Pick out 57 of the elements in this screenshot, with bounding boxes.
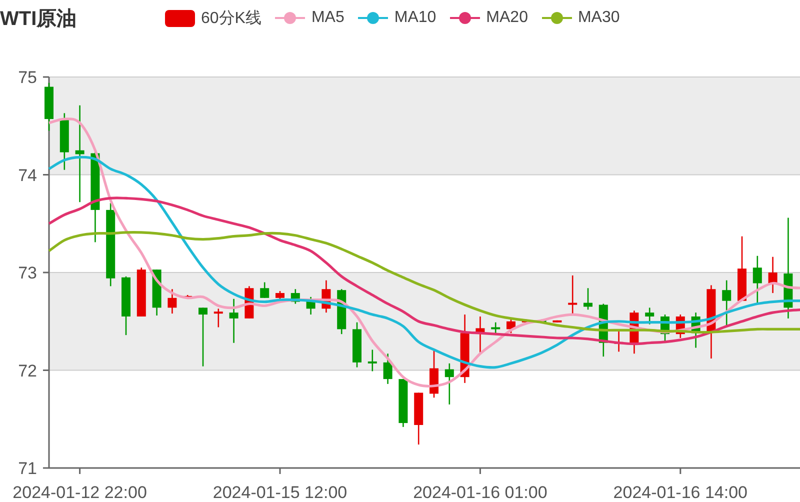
legend-label: MA20 <box>486 9 528 27</box>
candlestick <box>260 282 270 298</box>
candlestick <box>122 276 130 336</box>
candlestick <box>414 392 424 445</box>
candlestick <box>444 363 454 404</box>
candlestick <box>198 308 208 366</box>
candlestick <box>476 316 485 353</box>
candlestick <box>752 256 762 303</box>
candlestick <box>306 296 316 315</box>
x-axis-label: 2024-01-12 22:00 <box>12 483 147 502</box>
candlestick <box>598 304 608 357</box>
legend-line-icon[interactable] <box>450 11 480 25</box>
candlestick <box>584 288 592 310</box>
legend-line-icon[interactable] <box>542 11 572 25</box>
y-axis-label: 73 <box>18 264 37 282</box>
legend-label: MA10 <box>394 9 436 27</box>
chart-title: WTI原油 <box>0 6 78 32</box>
candlestick <box>214 308 223 328</box>
y-axis-label: 71 <box>18 459 37 478</box>
x-axis-label: 2024-01-15 12:00 <box>212 483 348 502</box>
legend-label: MA5 <box>311 9 344 27</box>
legend-line-icon[interactable] <box>275 11 306 25</box>
candlestick <box>183 294 192 299</box>
candlestick <box>322 280 331 313</box>
y-axis-label: 75 <box>18 68 37 87</box>
candlestick <box>229 298 238 343</box>
candlestick <box>460 314 470 383</box>
candlestick <box>368 350 377 372</box>
candlestick <box>738 236 746 301</box>
candlestick <box>691 312 700 348</box>
legend-label: 60分K线 <box>201 8 262 28</box>
candlestick <box>168 289 177 314</box>
candlestick <box>506 319 516 334</box>
candlestick <box>660 314 670 342</box>
candlestick <box>44 82 54 131</box>
candlestick <box>552 320 562 322</box>
legend-line-icon[interactable] <box>358 11 388 25</box>
candlestick <box>768 256 778 294</box>
candlestick <box>290 289 300 304</box>
candlestick <box>383 354 392 384</box>
candlestick <box>136 268 146 316</box>
candlestick <box>491 322 500 336</box>
candlestick <box>398 379 408 427</box>
legend-label: MA30 <box>578 9 620 27</box>
x-axis-label: 2024-01-16 01:00 <box>413 483 548 502</box>
x-axis-label: 2024-01-16 14:00 <box>613 483 748 502</box>
candlestick <box>430 350 438 398</box>
candlestick <box>630 310 639 354</box>
legend-swatch[interactable] <box>165 10 195 26</box>
y-axis-label: 72 <box>18 361 37 380</box>
candlestick <box>60 113 69 170</box>
candlestick <box>645 308 654 324</box>
y-axis-label: 74 <box>18 166 37 185</box>
candlestick <box>568 275 578 315</box>
candlestick <box>352 322 362 368</box>
candlestick <box>676 314 685 338</box>
candlestick <box>722 280 732 326</box>
